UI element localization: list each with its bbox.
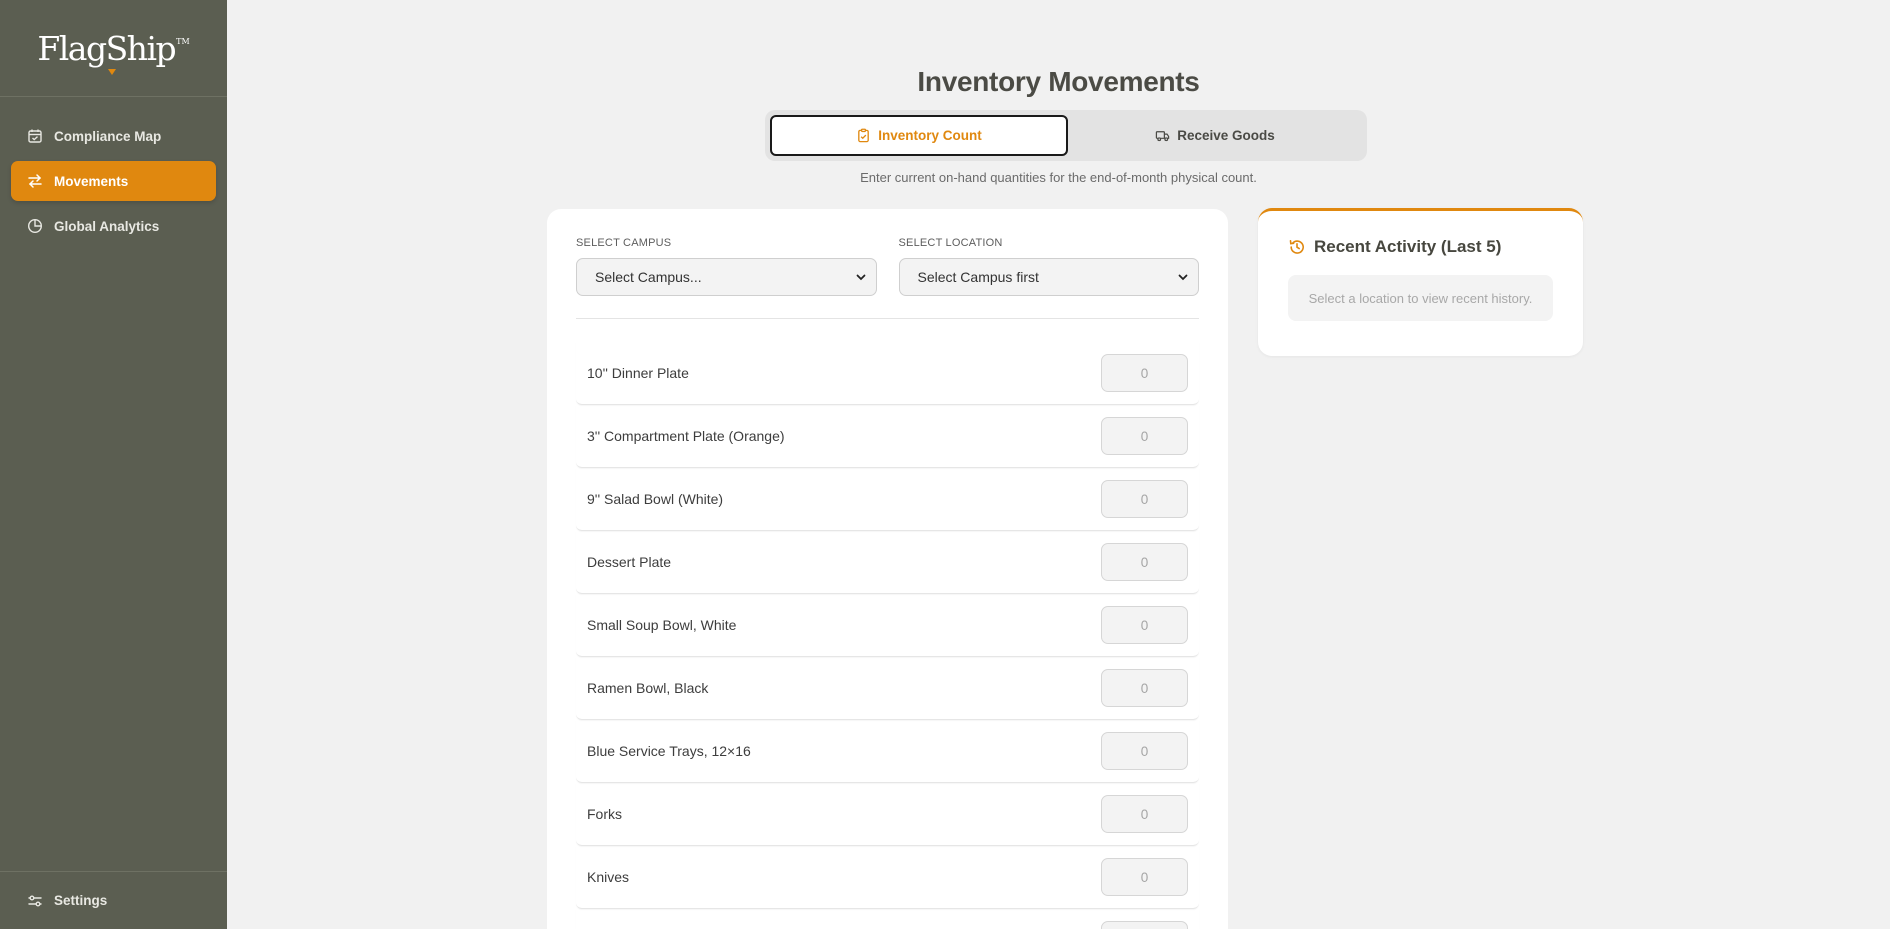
- sidebar-item-global-analytics[interactable]: Global Analytics: [11, 206, 216, 246]
- sidebar-item-label: Compliance Map: [54, 128, 162, 144]
- brand-logo-text: FlagShipTM: [37, 29, 190, 75]
- quantity-input[interactable]: 0: [1101, 606, 1188, 644]
- quantity-placeholder: 0: [1140, 554, 1149, 570]
- trademark-mark: TM: [176, 36, 190, 46]
- logo-accent-mark: [108, 68, 117, 75]
- inventory-item-list: 10'' Dinner Plate 0 3'' Compartment Plat…: [576, 342, 1199, 929]
- quantity-input[interactable]: 0: [1101, 480, 1188, 518]
- quantity-input[interactable]: 0: [1101, 417, 1188, 455]
- tab-inventory-count[interactable]: Inventory Count: [770, 115, 1068, 156]
- quantity-input[interactable]: 0: [1101, 354, 1188, 392]
- item-name: Forks: [587, 806, 622, 822]
- quantity-placeholder: 0: [1140, 491, 1149, 507]
- inventory-count-card: SELECT CAMPUS Select Campus... SELECT LO…: [547, 209, 1228, 929]
- page-title: Inventory Movements: [917, 66, 1200, 97]
- recent-activity-empty-state: Select a location to view recent history…: [1288, 275, 1553, 321]
- settings-label: Settings: [54, 893, 108, 908]
- quantity-placeholder: 0: [1140, 680, 1149, 696]
- chevron-down-icon: [855, 271, 867, 283]
- list-item: 9'' Salad Bowl (White) 0: [576, 468, 1199, 531]
- list-item: 10'' Dinner Plate 0: [576, 342, 1199, 405]
- truck-icon: [1155, 128, 1170, 143]
- movement-tabs: Inventory Count Receive Goods: [765, 110, 1367, 161]
- sidebar-item-label: Movements: [54, 173, 129, 189]
- tab-receive-goods[interactable]: Receive Goods: [1068, 115, 1362, 156]
- calendar-check-icon: [27, 128, 43, 144]
- list-item: Ramen Bowl, Black 0: [576, 657, 1199, 720]
- campus-label: SELECT CAMPUS: [576, 237, 672, 249]
- quantity-input[interactable]: 0: [1101, 669, 1188, 707]
- item-name: 3'' Compartment Plate (Orange): [587, 428, 785, 444]
- item-name: Ramen Bowl, Black: [587, 680, 709, 696]
- sidebar-item-settings[interactable]: Settings: [0, 871, 227, 929]
- sidebar: FlagShipTM Compliance Map Movements Glob…: [0, 0, 227, 929]
- quantity-placeholder: 0: [1140, 743, 1149, 759]
- quantity-input[interactable]: 0: [1101, 795, 1188, 833]
- quantity-placeholder: 0: [1140, 869, 1149, 885]
- location-select-value: Select Campus first: [917, 269, 1039, 285]
- item-name: 10'' Dinner Plate: [587, 365, 689, 381]
- list-item: 3'' Compartment Plate (Orange) 0: [576, 405, 1199, 468]
- list-item: Small Soup Bowl, White 0: [576, 594, 1199, 657]
- location-field: SELECT LOCATION Select Campus first: [898, 237, 1199, 296]
- recent-activity-title: Recent Activity (Last 5): [1314, 237, 1502, 256]
- recent-activity-header: Recent Activity (Last 5): [1288, 237, 1553, 257]
- quantity-input[interactable]: 0: [1101, 732, 1188, 770]
- list-item: Forks 0: [576, 783, 1199, 846]
- quantity-placeholder: 0: [1140, 428, 1149, 444]
- sidebar-item-movements[interactable]: Movements: [11, 161, 216, 201]
- pie-chart-icon: [27, 218, 43, 234]
- list-item: Knives 0: [576, 846, 1199, 909]
- quantity-input[interactable]: 0: [1101, 858, 1188, 896]
- page-subtitle: Enter current on-hand quantities for the…: [860, 170, 1257, 185]
- list-item: Blue Service Trays, 12×16 0: [576, 720, 1199, 783]
- arrows-swap-icon: [27, 173, 43, 189]
- tab-label: Receive Goods: [1177, 128, 1275, 143]
- campus-select[interactable]: Select Campus...: [576, 258, 877, 296]
- quantity-placeholder: 0: [1140, 806, 1149, 822]
- recent-activity-card: Recent Activity (Last 5) Select a locati…: [1258, 208, 1583, 356]
- quantity-placeholder: 0: [1140, 617, 1149, 633]
- tab-label: Inventory Count: [878, 128, 982, 143]
- sidebar-item-label: Global Analytics: [54, 218, 160, 234]
- quantity-placeholder: 0: [1140, 365, 1149, 381]
- location-selectors: SELECT CAMPUS Select Campus... SELECT LO…: [576, 237, 1199, 319]
- item-name: Blue Service Trays, 12×16: [587, 743, 751, 759]
- item-name: Knives: [587, 869, 630, 885]
- item-name: 9'' Salad Bowl (White): [587, 491, 724, 507]
- sliders-icon: [27, 893, 43, 909]
- history-icon: [1288, 238, 1306, 256]
- item-name: Small Soup Bowl, White: [587, 617, 737, 633]
- location-select[interactable]: Select Campus first: [898, 258, 1199, 296]
- campus-select-value: Select Campus...: [595, 269, 702, 285]
- quantity-input[interactable]: 0: [1101, 543, 1188, 581]
- sidebar-item-compliance-map[interactable]: Compliance Map: [11, 116, 216, 156]
- sidebar-nav: Compliance Map Movements Global Analytic…: [0, 97, 227, 246]
- item-name: Dessert Plate: [587, 554, 672, 570]
- chevron-down-icon: [1177, 271, 1189, 283]
- clipboard-check-icon: [856, 128, 871, 143]
- list-item: Dessert Plate 0: [576, 531, 1199, 594]
- quantity-input[interactable]: [1101, 921, 1188, 929]
- logo[interactable]: FlagShipTM: [0, 0, 227, 97]
- location-label: SELECT LOCATION: [898, 237, 1003, 249]
- list-item-partial: [576, 909, 1199, 929]
- campus-field: SELECT CAMPUS Select Campus...: [576, 237, 877, 296]
